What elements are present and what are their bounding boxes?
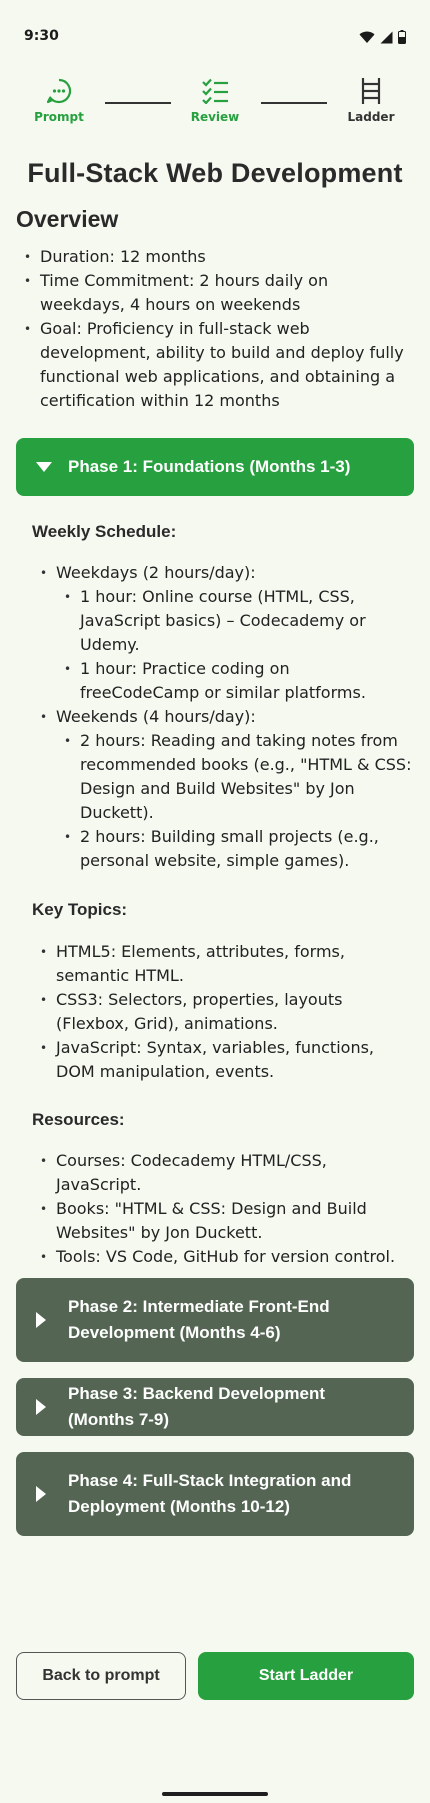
phase-2-header[interactable]: Phase 2: Intermediate Front-End Developm… — [16, 1278, 414, 1362]
step-label-prompt: Prompt — [34, 110, 84, 124]
list-item: JavaScript: Syntax, variables, functions… — [32, 1036, 412, 1084]
overview-list: Duration: 12 months Time Commitment: 2 h… — [16, 245, 416, 413]
weekdays-label: Weekdays (2 hours/day): — [56, 563, 256, 582]
page-title: Full-Stack Web Development — [27, 158, 403, 188]
weekends-label: Weekends (4 hours/day): — [56, 707, 256, 726]
list-item: CSS3: Selectors, properties, layouts (Fl… — [32, 988, 412, 1036]
step-review[interactable]: Review — [175, 76, 255, 124]
key-topics-list: HTML5: Elements, attributes, forms, sema… — [32, 940, 412, 1084]
status-icons — [359, 30, 406, 44]
status-bar: 9:30 — [0, 0, 430, 72]
list-item: Goal: Proficiency in full-stack web deve… — [16, 317, 416, 413]
key-topics-label: Key Topics: — [32, 900, 128, 919]
phase-1-title: Phase 1: Foundations (Months 1-3) — [68, 457, 351, 476]
cellular-signal-icon — [380, 31, 393, 43]
caret-right-icon — [36, 1399, 46, 1415]
step-label-ladder: Ladder — [347, 110, 395, 124]
step-connector — [261, 102, 327, 104]
list-item: Courses: Codecademy HTML/CSS, JavaScript… — [32, 1149, 412, 1197]
checklist-icon — [202, 78, 228, 104]
list-item: Time Commitment: 2 hours daily on weekda… — [16, 269, 416, 317]
ladder-icon — [361, 78, 381, 104]
resources-list: Courses: Codecademy HTML/CSS, JavaScript… — [32, 1149, 412, 1269]
resources-label: Resources: — [32, 1110, 125, 1129]
list-item: Duration: 12 months — [16, 245, 416, 269]
phase-4-title: Phase 4: Full-Stack Integration and Depl… — [68, 1471, 352, 1516]
phase-3-header[interactable]: Phase 3: Backend Development (Months 7-9… — [16, 1378, 414, 1436]
list-item: Tools: VS Code, GitHub for version contr… — [32, 1245, 412, 1269]
list-item: Books: "HTML & CSS: Design and Build Web… — [32, 1197, 412, 1245]
overview-heading: Overview — [16, 206, 119, 232]
caret-down-icon — [36, 462, 52, 472]
phase-3-title: Phase 3: Backend Development (Months 7-9… — [68, 1384, 325, 1429]
home-indicator[interactable] — [162, 1792, 268, 1796]
step-prompt[interactable]: Prompt — [19, 76, 99, 124]
wifi-icon — [359, 31, 375, 43]
list-item: Weekends (4 hours/day): 2 hours: Reading… — [32, 705, 412, 873]
caret-right-icon — [36, 1486, 46, 1502]
step-connector — [105, 102, 171, 104]
step-ladder[interactable]: Ladder — [331, 76, 411, 124]
back-to-prompt-button[interactable]: Back to prompt — [16, 1652, 186, 1700]
list-item: 2 hours: Building small projects (e.g., … — [56, 825, 412, 873]
phase-1-header[interactable]: Phase 1: Foundations (Months 1-3) — [16, 438, 414, 496]
start-ladder-button[interactable]: Start Ladder — [198, 1652, 414, 1700]
list-item: 2 hours: Reading and taking notes from r… — [56, 729, 412, 825]
step-label-review: Review — [190, 110, 240, 124]
weekly-schedule-label: Weekly Schedule: — [32, 522, 177, 541]
list-item: 1 hour: Practice coding on freeCodeCamp … — [56, 657, 412, 705]
phase-4-header[interactable]: Phase 4: Full-Stack Integration and Depl… — [16, 1452, 414, 1536]
progress-stepper: Prompt Review Ladder — [0, 76, 430, 136]
chat-bubble-icon — [46, 78, 72, 104]
weekly-schedule-list: Weekdays (2 hours/day): 1 hour: Online c… — [32, 561, 412, 873]
status-time: 9:30 — [24, 28, 59, 44]
phase-2-title: Phase 2: Intermediate Front-End Developm… — [68, 1297, 330, 1342]
list-item: 1 hour: Online course (HTML, CSS, JavaSc… — [56, 585, 412, 657]
caret-right-icon — [36, 1312, 46, 1328]
list-item: HTML5: Elements, attributes, forms, sema… — [32, 940, 412, 988]
battery-icon — [398, 30, 406, 44]
list-item: Weekdays (2 hours/day): 1 hour: Online c… — [32, 561, 412, 705]
